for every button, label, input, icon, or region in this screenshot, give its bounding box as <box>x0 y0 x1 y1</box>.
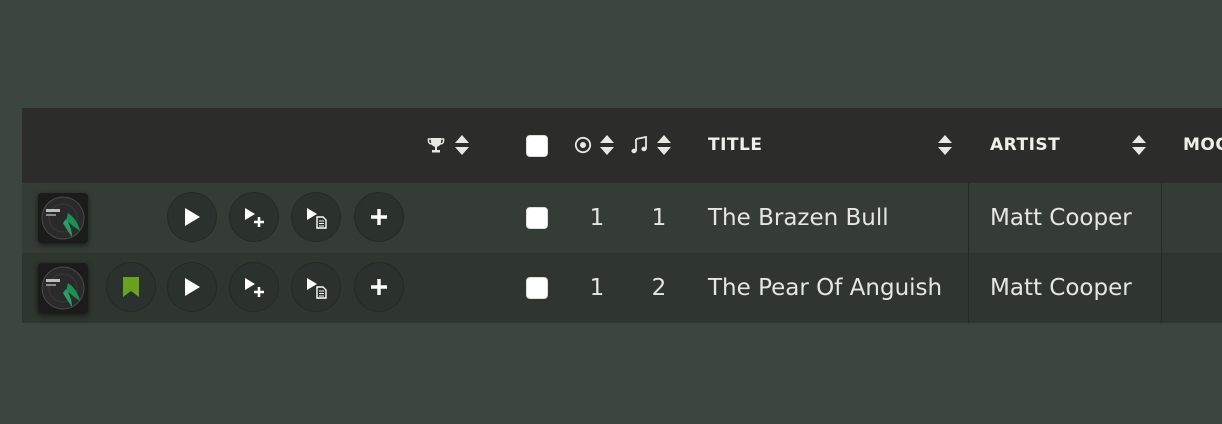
play-button[interactable] <box>167 262 217 312</box>
track-title[interactable]: The Pear Of Anguish <box>708 253 942 323</box>
play-icon <box>185 208 200 226</box>
bookmark-icon <box>123 277 139 297</box>
disc-number: 1 <box>589 205 605 231</box>
play-add-icon <box>245 278 264 297</box>
column-title[interactable]: TITLE <box>708 108 762 183</box>
play-icon <box>185 278 200 296</box>
track-title[interactable]: The Brazen Bull <box>708 183 889 253</box>
column-mood[interactable]: MOOD <box>1183 108 1222 183</box>
column-divider <box>1161 253 1162 323</box>
bookmark-button[interactable] <box>106 262 156 312</box>
track-artist[interactable]: Matt Cooper <box>990 253 1132 323</box>
column-artist[interactable]: ARTIST <box>990 108 1060 183</box>
record-icon[interactable] <box>574 136 592 158</box>
trophy-icon[interactable] <box>427 136 445 158</box>
sort-icon[interactable] <box>599 134 614 156</box>
sort-icon[interactable] <box>937 134 952 156</box>
row-checkbox[interactable] <box>526 207 548 229</box>
add-button[interactable] <box>354 262 404 312</box>
sort-icon[interactable] <box>656 134 671 156</box>
row-checkbox[interactable] <box>526 277 548 299</box>
track-artist[interactable]: Matt Cooper <box>990 183 1132 253</box>
play-button[interactable] <box>167 192 217 242</box>
album-cover[interactable] <box>38 263 88 313</box>
plus-icon <box>371 279 387 295</box>
add-to-playlist-button[interactable] <box>291 262 341 312</box>
select-all-checkbox[interactable] <box>526 135 548 157</box>
table-header: TITLE ARTIST MOOD <box>22 108 1222 183</box>
track-number: 2 <box>651 275 667 301</box>
add-to-playlist-button[interactable] <box>291 192 341 242</box>
column-divider <box>968 253 969 323</box>
column-divider <box>1161 183 1162 253</box>
sort-icon[interactable] <box>1131 134 1146 156</box>
tracks-table: TITLE ARTIST MOOD <box>22 108 1222 323</box>
track-number: 1 <box>651 205 667 231</box>
play-list-icon <box>307 278 327 299</box>
column-divider <box>968 183 969 253</box>
play-list-icon <box>307 208 327 229</box>
table-row[interactable]: 1 2 The Pear Of Anguish Matt Cooper <box>22 253 1222 323</box>
plus-icon <box>371 209 387 225</box>
music-note-icon[interactable] <box>630 135 648 158</box>
add-button[interactable] <box>354 192 404 242</box>
table-row[interactable]: 1 1 The Brazen Bull Matt Cooper <box>22 183 1222 253</box>
play-next-button[interactable] <box>229 192 279 242</box>
play-add-icon <box>245 208 264 227</box>
album-cover[interactable] <box>38 193 88 243</box>
disc-number: 1 <box>589 275 605 301</box>
sort-icon[interactable] <box>454 134 469 156</box>
play-next-button[interactable] <box>229 262 279 312</box>
